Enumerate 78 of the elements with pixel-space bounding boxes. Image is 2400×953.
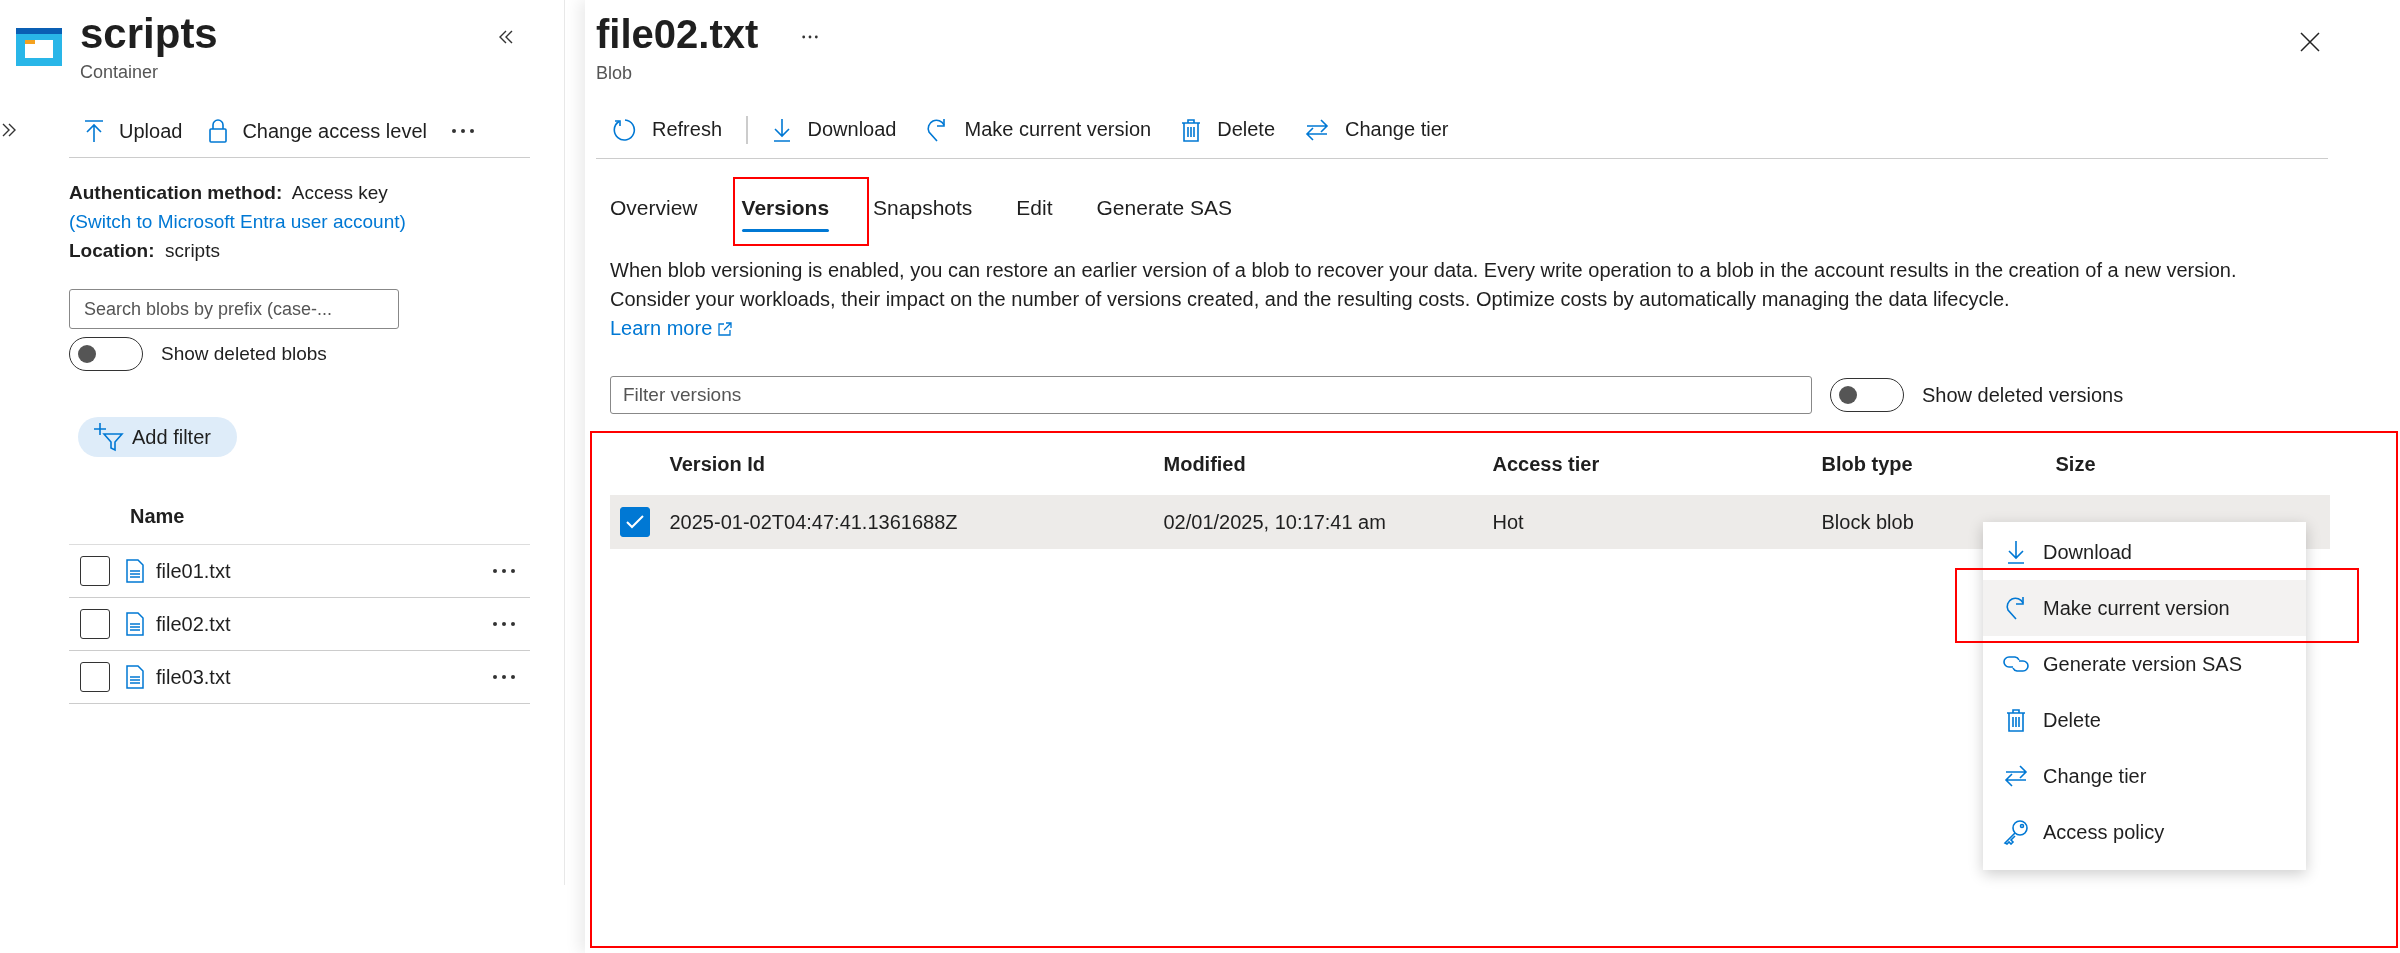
more-icon[interactable] [492, 621, 516, 627]
collapse-icon[interactable] [498, 30, 514, 44]
upload-icon [83, 119, 105, 143]
menu-item[interactable]: Make current version [1983, 580, 2306, 636]
table-cell: 02/01/2025, 10:17:41 am [1163, 510, 1386, 534]
delete-icon [1181, 117, 1202, 142]
tab[interactable]: Snapshots [859, 184, 987, 236]
column-header[interactable]: Name [69, 505, 530, 545]
toolbar-button[interactable]: Change tier [1303, 116, 1451, 143]
container-title: scripts [80, 10, 218, 58]
description: When blob versioning is enabled, you can restore an earlier version of a blob to recover your data. Every write operation to a blob in the account results in the creation of a new version. Consider your workloads, their impact on the number of versions created, and the resulting costs. Optimize costs by automatically managing the data lifecycle. [610, 258, 2238, 312]
column-header[interactable]: Size [2055, 452, 2096, 476]
file-name[interactable]: file03.txt [156, 665, 231, 689]
document-icon [126, 665, 144, 689]
filter-field[interactable]: Filter versions [610, 376, 1812, 414]
document-icon [126, 612, 144, 636]
toolbar-button[interactable]: Refresh [610, 115, 725, 144]
more-icon[interactable] [492, 568, 516, 574]
menu-item[interactable]: Access policy [1983, 804, 2306, 860]
table-cell: Hot [1492, 510, 1524, 534]
checkbox[interactable] [80, 662, 110, 692]
tab[interactable]: Overview [596, 184, 712, 236]
close-icon[interactable] [2300, 32, 2320, 52]
column-header[interactable]: Access tier [1492, 452, 1600, 476]
refresh-icon [612, 117, 636, 142]
tab[interactable]: Edit [1002, 184, 1067, 236]
column-header[interactable]: Modified [1163, 452, 1246, 476]
auth-info: Authentication method: Access key (Switch to Microsoft Entra user account) [69, 181, 407, 234]
toolbar-button[interactable]: Delete [1179, 115, 1278, 144]
more-icon[interactable] [492, 674, 516, 680]
checkbox[interactable] [80, 609, 110, 639]
search-field[interactable]: Search blobs by prefix (case-... [69, 289, 399, 329]
toolbar-button[interactable]: Change access level [206, 117, 429, 145]
lock-icon [208, 119, 229, 143]
toolbar-button[interactable]: Make current version [924, 115, 1154, 144]
tab[interactable]: Generate SAS [1082, 184, 1246, 236]
table-cell: 2025-01-02T04:47:41.1361688Z [669, 510, 958, 534]
file-name[interactable]: file01.txt [156, 559, 231, 583]
expand-icon[interactable] [2, 123, 16, 137]
external-link-icon [718, 321, 733, 336]
toggle-switch[interactable] [69, 337, 143, 371]
switch-account-link[interactable]: (Switch to Microsoft Entra user account) [69, 211, 406, 232]
container-subtitle: Container [80, 62, 160, 83]
blob-title: file02.txt [596, 11, 759, 58]
swap-arrows-icon [2004, 765, 2028, 787]
checkbox[interactable] [619, 507, 650, 537]
more-icon[interactable] [450, 128, 475, 134]
toggle-switch[interactable] [1830, 378, 1904, 412]
toolbar-button[interactable]: Upload [81, 117, 185, 145]
download-icon [2006, 540, 2026, 564]
toggle-label: Show deleted blobs [161, 343, 327, 365]
menu-item[interactable]: Generate version SAS [1983, 636, 2306, 692]
delete-icon [2006, 708, 2026, 732]
table-cell: Block blob [1821, 510, 1914, 534]
link-icon [2003, 654, 2029, 674]
tab[interactable]: Versions [727, 184, 844, 236]
more-icon[interactable] [801, 34, 819, 40]
menu-item[interactable]: Delete [1983, 692, 2306, 748]
document-icon [126, 559, 144, 583]
column-header[interactable]: Blob type [1821, 452, 1913, 476]
key-icon [2003, 819, 2029, 845]
checkmark-icon [624, 514, 645, 530]
toggle-label: Show deleted versions [1922, 383, 2124, 407]
file-name[interactable]: file02.txt [156, 612, 231, 636]
location-info: Location: scripts [69, 239, 221, 263]
blob-subtitle: Blob [596, 62, 634, 84]
download-icon [771, 117, 792, 142]
redo-icon [2005, 596, 2027, 620]
swap-arrows-icon [1305, 118, 1330, 141]
add-filter-button[interactable]: Add filter [78, 417, 237, 457]
menu-item[interactable]: Download [1983, 524, 2306, 580]
checkbox[interactable] [80, 556, 110, 586]
column-header[interactable]: Version Id [669, 452, 766, 476]
container-icon [16, 28, 62, 66]
toolbar-button[interactable]: Download [769, 115, 899, 144]
learn-more-link[interactable]: Learn more [610, 314, 733, 343]
add-filter-icon [94, 422, 124, 452]
menu-item[interactable]: Change tier [1983, 748, 2306, 804]
